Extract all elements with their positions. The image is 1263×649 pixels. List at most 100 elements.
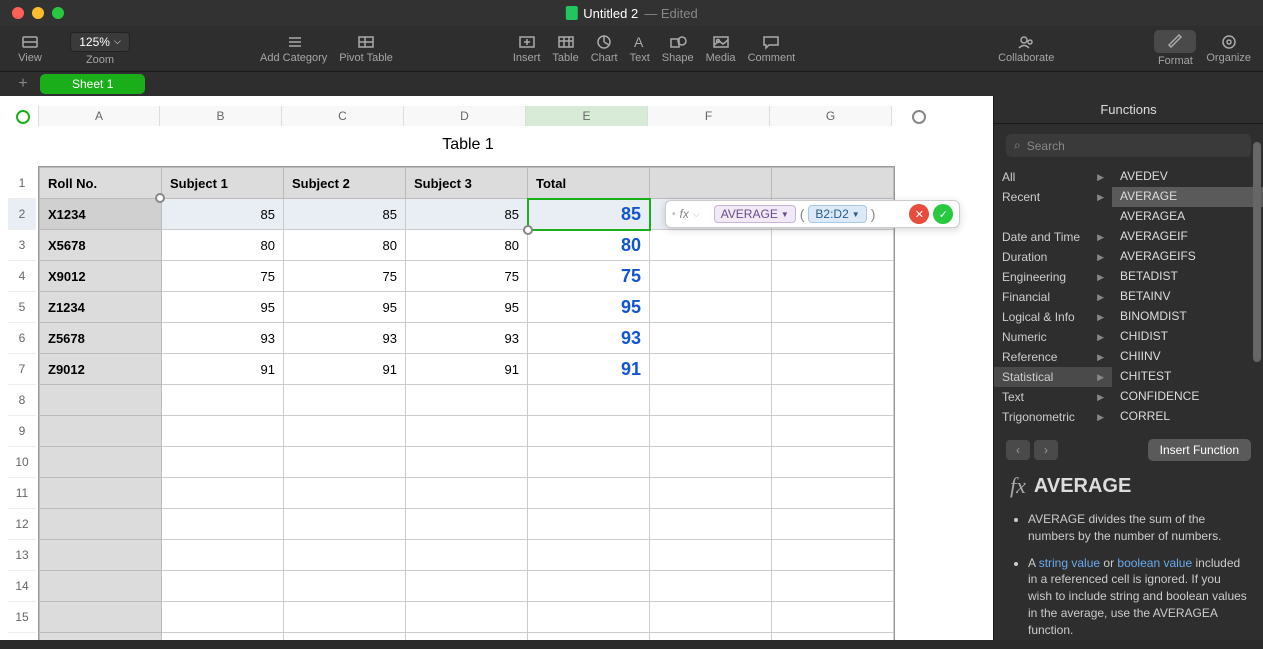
organize-button[interactable]: Organize xyxy=(1206,26,1251,72)
row-header[interactable]: 15 xyxy=(8,602,36,633)
category-item[interactable]: Duration▶ xyxy=(994,247,1112,267)
category-item[interactable]: Engineering▶ xyxy=(994,267,1112,287)
add-sheet-button[interactable]: + xyxy=(8,75,38,93)
column-header[interactable]: D xyxy=(404,106,526,126)
cell[interactable] xyxy=(406,478,528,509)
cell[interactable] xyxy=(284,571,406,602)
column-header[interactable]: C xyxy=(282,106,404,126)
category-item[interactable]: Text▶ xyxy=(994,387,1112,407)
cell[interactable] xyxy=(40,509,162,540)
cell[interactable] xyxy=(528,571,650,602)
spreadsheet-canvas[interactable]: ABCDEFG Table 1 123456789101112131415161… xyxy=(0,96,993,640)
cell[interactable] xyxy=(650,447,772,478)
cell[interactable] xyxy=(528,385,650,416)
row-header[interactable]: 14 xyxy=(8,571,36,602)
cell[interactable] xyxy=(40,633,162,641)
cell[interactable] xyxy=(772,478,894,509)
cell[interactable] xyxy=(406,416,528,447)
category-item[interactable]: Date and Time▶ xyxy=(994,227,1112,247)
category-item[interactable]: Recent▶ xyxy=(994,187,1112,207)
chevron-down-icon[interactable]: ⌵ xyxy=(693,209,700,220)
cell[interactable] xyxy=(650,633,772,641)
cell[interactable]: X9012 xyxy=(40,261,162,292)
row-header[interactable]: 13 xyxy=(8,540,36,571)
category-item[interactable]: Numeric▶ xyxy=(994,327,1112,347)
function-item[interactable]: CONFIDENCE xyxy=(1112,387,1263,407)
cell[interactable] xyxy=(650,354,772,385)
cell[interactable] xyxy=(772,416,894,447)
cell[interactable] xyxy=(528,478,650,509)
cell[interactable] xyxy=(162,385,284,416)
function-item[interactable]: AVERAGEIF xyxy=(1112,227,1263,247)
cell[interactable] xyxy=(772,292,894,323)
cell[interactable]: 91 xyxy=(162,354,284,385)
row-header[interactable]: 10 xyxy=(8,447,36,478)
category-item[interactable] xyxy=(994,207,1112,227)
cell[interactable]: 95 xyxy=(162,292,284,323)
row-header[interactable]: 3 xyxy=(8,230,36,261)
cell[interactable] xyxy=(284,385,406,416)
zoom-window[interactable] xyxy=(52,7,64,19)
cell[interactable] xyxy=(40,571,162,602)
row-header[interactable]: 6 xyxy=(8,323,36,354)
cell[interactable]: 93 xyxy=(528,323,650,354)
column-header[interactable]: E xyxy=(526,106,648,126)
add-category-button[interactable]: Add Category xyxy=(260,26,327,72)
cell[interactable]: 85 xyxy=(528,199,650,230)
row-header[interactable]: 1 xyxy=(8,168,36,199)
shape-button[interactable]: Shape xyxy=(662,26,694,72)
zoom-control[interactable]: 125%⌵ Zoom xyxy=(60,26,140,72)
cell[interactable] xyxy=(406,571,528,602)
cell[interactable]: 95 xyxy=(528,292,650,323)
cell[interactable] xyxy=(162,478,284,509)
function-item[interactable]: AVERAGE xyxy=(1112,187,1263,207)
cell[interactable] xyxy=(650,571,772,602)
cell[interactable]: 75 xyxy=(406,261,528,292)
row-header[interactable]: 8 xyxy=(8,385,36,416)
function-item[interactable]: AVERAGEIFS xyxy=(1112,247,1263,267)
cell[interactable] xyxy=(406,633,528,641)
cell[interactable] xyxy=(650,540,772,571)
cell[interactable]: 93 xyxy=(406,323,528,354)
minimize-window[interactable] xyxy=(32,7,44,19)
cell[interactable]: 91 xyxy=(406,354,528,385)
function-item[interactable]: CHITEST xyxy=(1112,367,1263,387)
table-button[interactable]: Table xyxy=(552,26,578,72)
cell[interactable] xyxy=(772,540,894,571)
cell[interactable]: 75 xyxy=(162,261,284,292)
cell[interactable] xyxy=(650,323,772,354)
text-button[interactable]: A Text xyxy=(630,26,650,72)
cell[interactable] xyxy=(650,509,772,540)
link-string-value[interactable]: string value xyxy=(1039,556,1100,570)
cell[interactable] xyxy=(162,447,284,478)
cell[interactable] xyxy=(162,416,284,447)
row-header[interactable]: 12 xyxy=(8,509,36,540)
cell[interactable] xyxy=(650,292,772,323)
header-cell[interactable]: Subject 2 xyxy=(284,168,406,199)
collaborate-button[interactable]: Collaborate xyxy=(998,26,1054,72)
cell[interactable] xyxy=(772,602,894,633)
header-cell[interactable]: Subject 1 xyxy=(162,168,284,199)
header-cell[interactable]: Subject 3 xyxy=(406,168,528,199)
category-item[interactable]: Trigonometric▶ xyxy=(994,407,1112,427)
cell[interactable] xyxy=(284,540,406,571)
cell[interactable]: 93 xyxy=(162,323,284,354)
header-cell[interactable] xyxy=(772,168,894,199)
cell[interactable]: 85 xyxy=(284,199,406,230)
cell[interactable]: Z5678 xyxy=(40,323,162,354)
nav-forward[interactable]: › xyxy=(1034,440,1058,460)
selection-handle[interactable] xyxy=(155,193,165,203)
cell[interactable] xyxy=(650,385,772,416)
cell[interactable] xyxy=(284,602,406,633)
row-header[interactable]: 2 xyxy=(8,199,36,230)
cell[interactable] xyxy=(528,509,650,540)
cell[interactable] xyxy=(650,416,772,447)
function-search[interactable]: ⌕ Search xyxy=(1006,134,1251,157)
function-item[interactable]: BINOMDIST xyxy=(1112,307,1263,327)
pivot-table-button[interactable]: Pivot Table xyxy=(339,26,393,72)
cell[interactable] xyxy=(650,230,772,261)
selection-handle[interactable] xyxy=(523,225,533,235)
link-boolean-value[interactable]: boolean value xyxy=(1117,556,1192,570)
table-handle-right[interactable] xyxy=(912,110,926,124)
cell[interactable] xyxy=(406,385,528,416)
